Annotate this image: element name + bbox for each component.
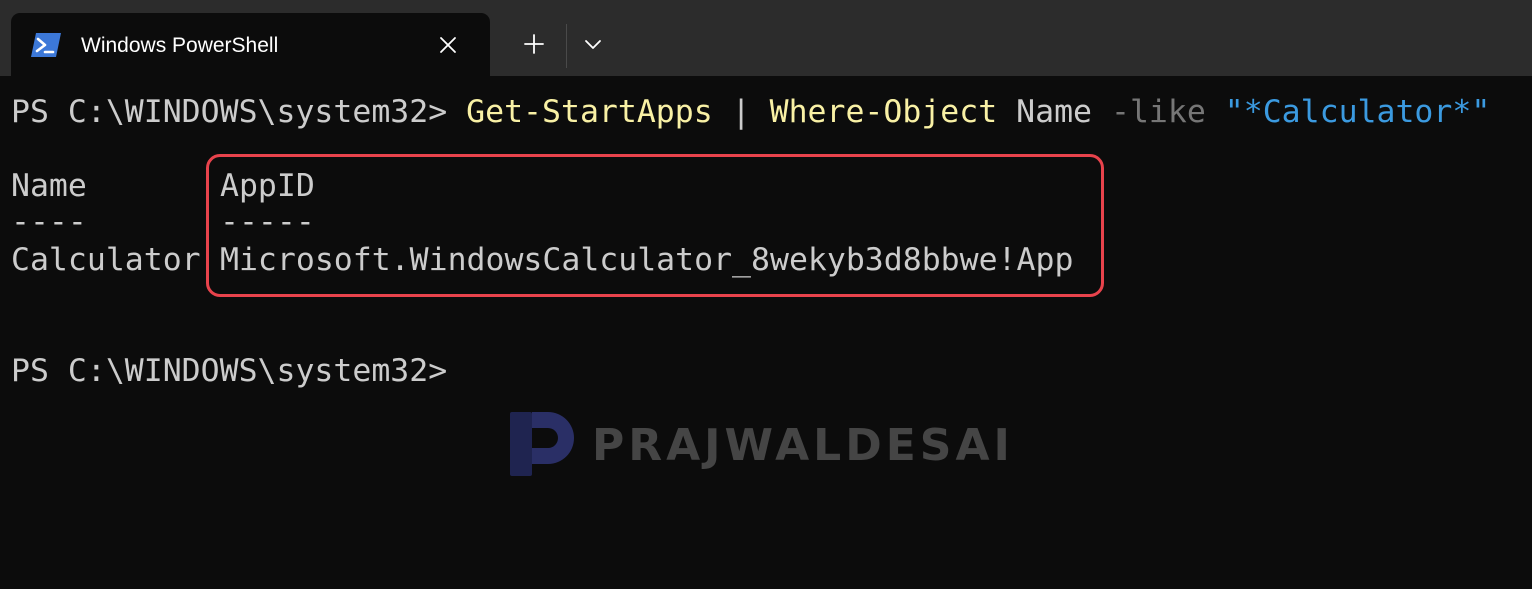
prompt-line: PS C:\WINDOWS\system32> — [11, 353, 448, 389]
prajwaldesai-logo-icon — [508, 410, 576, 478]
new-tab-button[interactable] — [513, 24, 555, 66]
cmdlet-get-startapps: Get-StartApps — [466, 94, 713, 130]
argument-name: Name — [997, 94, 1111, 130]
table-cell-name: Calculator — [11, 242, 201, 278]
pipe-operator: | — [712, 94, 770, 130]
dropdown-button[interactable] — [575, 24, 611, 66]
tab-separator — [566, 24, 567, 68]
plus-icon — [524, 34, 544, 54]
tab-title: Windows PowerShell — [81, 34, 279, 57]
prompt-text: PS C:\WINDOWS\system32> — [11, 94, 467, 130]
tab-bar: Windows PowerShell — [0, 0, 1532, 76]
watermark-text: PRAJWALDESAI — [592, 420, 1014, 471]
highlight-annotation-box — [206, 154, 1104, 297]
tab-windows-powershell[interactable]: Windows PowerShell — [11, 13, 490, 76]
chevron-down-icon — [585, 40, 601, 49]
parameter-like: -like — [1110, 94, 1206, 130]
cmdlet-where-object: Where-Object — [769, 94, 998, 130]
string-literal: "*Calculator*" — [1224, 94, 1491, 130]
command-line: PS C:\WINDOWS\system32> Get-StartApps | … — [11, 92, 1490, 132]
close-icon[interactable] — [436, 33, 460, 57]
terminal-window: Windows PowerShell PS C:\WINDOWS\system3… — [0, 0, 1532, 589]
table-header-name: Name — [11, 168, 87, 204]
terminal-body[interactable]: PS C:\WINDOWS\system32> Get-StartApps | … — [0, 76, 1532, 589]
table-underline-name: ---- — [11, 204, 87, 240]
powershell-icon — [30, 32, 62, 58]
